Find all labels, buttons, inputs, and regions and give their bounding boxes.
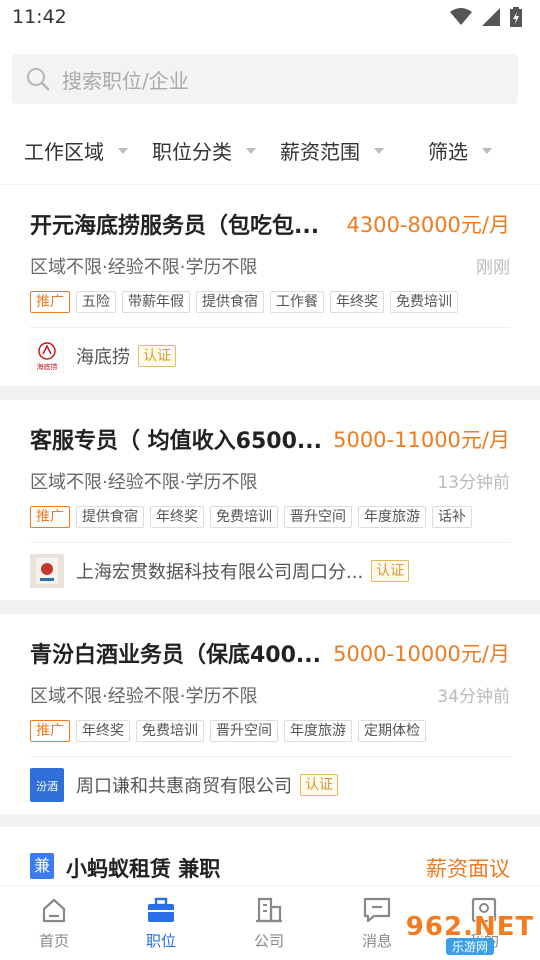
job-requirements: 区域不限·经验不限·学历不限 xyxy=(30,472,258,493)
post-time: 34分钟前 xyxy=(437,687,510,707)
job-card[interactable]: 客服专员（ 均值收入6500... 5000-11000元/月 区域不限·经验不… xyxy=(0,400,540,600)
job-title: 小蚂蚁租赁 兼职 xyxy=(66,857,221,881)
watermark-subtext: 乐游网 xyxy=(445,937,494,955)
tab-jobs[interactable]: 职位 xyxy=(121,896,201,951)
logo-text: 海底捞 xyxy=(37,362,58,371)
chevron-down-icon xyxy=(482,147,492,154)
battery-icon xyxy=(510,7,522,27)
company-name: 上海宏贯数据科技有限公司周口分... xyxy=(76,562,364,583)
job-salary: 薪资面议 xyxy=(426,857,510,881)
benefit-tag: 话补 xyxy=(432,506,472,528)
benefit-tag: 晋升空间 xyxy=(284,506,352,528)
briefcase-icon xyxy=(148,897,174,922)
company-name: 海底捞 xyxy=(76,347,130,368)
divider xyxy=(30,542,510,543)
benefit-tag: 年终奖 xyxy=(150,506,204,528)
job-title: 客服专员（ 均值收入6500... xyxy=(30,429,322,454)
tag-list: 推广 年终奖 免费培训 晋升空间 年度旅游 定期体检 xyxy=(30,720,510,742)
building-icon xyxy=(256,897,282,923)
benefit-tag: 免费培训 xyxy=(136,720,204,742)
job-card[interactable]: 开元海底捞服务员（包吃包... 4300-8000元/月 区域不限·经验不限·学… xyxy=(0,185,540,386)
job-requirements: 区域不限·经验不限·学历不限 xyxy=(30,686,258,707)
benefit-tag: 年度旅游 xyxy=(358,506,426,528)
job-title: 青汾白酒业务员（保底400... xyxy=(30,643,321,668)
job-card-partial[interactable]: 兼 小蚂蚁租赁 兼职 薪资面议 xyxy=(0,827,540,887)
job-title: 开元海底捞服务员（包吃包... xyxy=(30,214,320,239)
search-input[interactable]: 搜索职位/企业 xyxy=(12,54,518,104)
filter-category[interactable]: 职位分类 xyxy=(152,136,256,165)
filter-salary[interactable]: 薪资范围 xyxy=(280,136,384,165)
company-row[interactable]: 上海宏贯数据科技有限公司周口分... 认证 xyxy=(30,554,510,588)
filter-more[interactable]: 筛选 xyxy=(428,136,492,165)
filter-more-label: 筛选 xyxy=(428,140,468,164)
company-row[interactable]: 汾酒 周口谦和共惠商贸有限公司 认证 xyxy=(30,768,510,802)
chevron-down-icon xyxy=(246,147,256,154)
promo-tag: 推广 xyxy=(30,506,70,528)
company-row[interactable]: 海底捞 海底捞 认证 xyxy=(30,339,510,373)
job-salary: 4300-8000元/月 xyxy=(346,213,510,237)
header: 搜索职位/企业 工作区域 职位分类 薪资范围 筛选 xyxy=(0,34,540,184)
divider xyxy=(30,756,510,757)
tab-label: 公司 xyxy=(253,932,284,950)
tab-label: 职位 xyxy=(145,932,176,950)
filter-bar: 工作区域 职位分类 薪资范围 筛选 xyxy=(0,124,540,170)
part-time-badge: 兼 xyxy=(30,853,54,879)
benefit-tag: 免费培训 xyxy=(390,291,458,313)
signal-icon xyxy=(482,8,500,26)
benefit-tag: 年终奖 xyxy=(76,720,130,742)
benefit-tag: 提供食宿 xyxy=(196,291,264,313)
benefit-tag: 五险 xyxy=(76,291,116,313)
benefit-tag: 年度旅游 xyxy=(284,720,352,742)
divider xyxy=(30,327,510,328)
home-icon xyxy=(42,898,66,923)
tab-label: 首页 xyxy=(38,932,69,950)
benefit-tag: 晋升空间 xyxy=(210,720,278,742)
search-placeholder: 搜索职位/企业 xyxy=(62,68,189,93)
job-card[interactable]: 青汾白酒业务员（保底400... 5000-10000元/月 区域不限·经验不限… xyxy=(0,614,540,814)
benefit-tag: 定期体检 xyxy=(358,720,426,742)
status-bar: 11:42 xyxy=(0,0,540,34)
benefit-tag: 提供食宿 xyxy=(76,506,144,528)
verified-badge: 认证 xyxy=(300,774,338,796)
site-watermark: 962.NET 乐游网 xyxy=(400,906,540,960)
benefit-tag: 年终奖 xyxy=(330,291,384,313)
system-icons xyxy=(450,7,522,27)
tab-home[interactable]: 首页 xyxy=(14,896,94,951)
job-salary: 5000-11000元/月 xyxy=(333,428,510,452)
company-logo xyxy=(30,554,64,588)
search-icon xyxy=(27,68,50,91)
promo-tag: 推广 xyxy=(30,720,70,742)
tag-list: 推广 提供食宿 年终奖 免费培训 晋升空间 年度旅游 话补 xyxy=(30,506,510,528)
job-salary: 5000-10000元/月 xyxy=(333,642,510,666)
promo-tag: 推广 xyxy=(30,291,70,313)
post-time: 13分钟前 xyxy=(437,473,510,493)
benefit-tag: 免费培训 xyxy=(210,506,278,528)
filter-area[interactable]: 工作区域 xyxy=(24,136,128,165)
job-requirements: 区域不限·经验不限·学历不限 xyxy=(30,257,258,278)
verified-badge: 认证 xyxy=(371,560,410,582)
tab-companies[interactable]: 公司 xyxy=(229,896,309,951)
filter-category-label: 职位分类 xyxy=(152,140,232,164)
company-logo: 汾酒 xyxy=(30,768,64,802)
status-time: 11:42 xyxy=(12,6,67,28)
filter-salary-label: 薪资范围 xyxy=(280,140,360,164)
message-icon xyxy=(363,897,391,923)
tab-label: 消息 xyxy=(361,932,392,950)
benefit-tag: 带薪年假 xyxy=(122,291,190,313)
post-time: 刚刚 xyxy=(476,258,510,278)
company-name: 周口谦和共惠商贸有限公司 xyxy=(76,776,292,797)
company-logo: 海底捞 xyxy=(30,339,64,373)
logo-text: 汾酒 xyxy=(36,780,58,793)
tag-list: 推广 五险 带薪年假 提供食宿 工作餐 年终奖 免费培训 xyxy=(30,291,510,313)
chevron-down-icon xyxy=(374,147,384,154)
verified-badge: 认证 xyxy=(138,345,176,367)
chevron-down-icon xyxy=(118,147,128,154)
benefit-tag: 工作餐 xyxy=(270,291,324,313)
filter-area-label: 工作区域 xyxy=(24,140,104,164)
wifi-icon xyxy=(450,8,472,25)
